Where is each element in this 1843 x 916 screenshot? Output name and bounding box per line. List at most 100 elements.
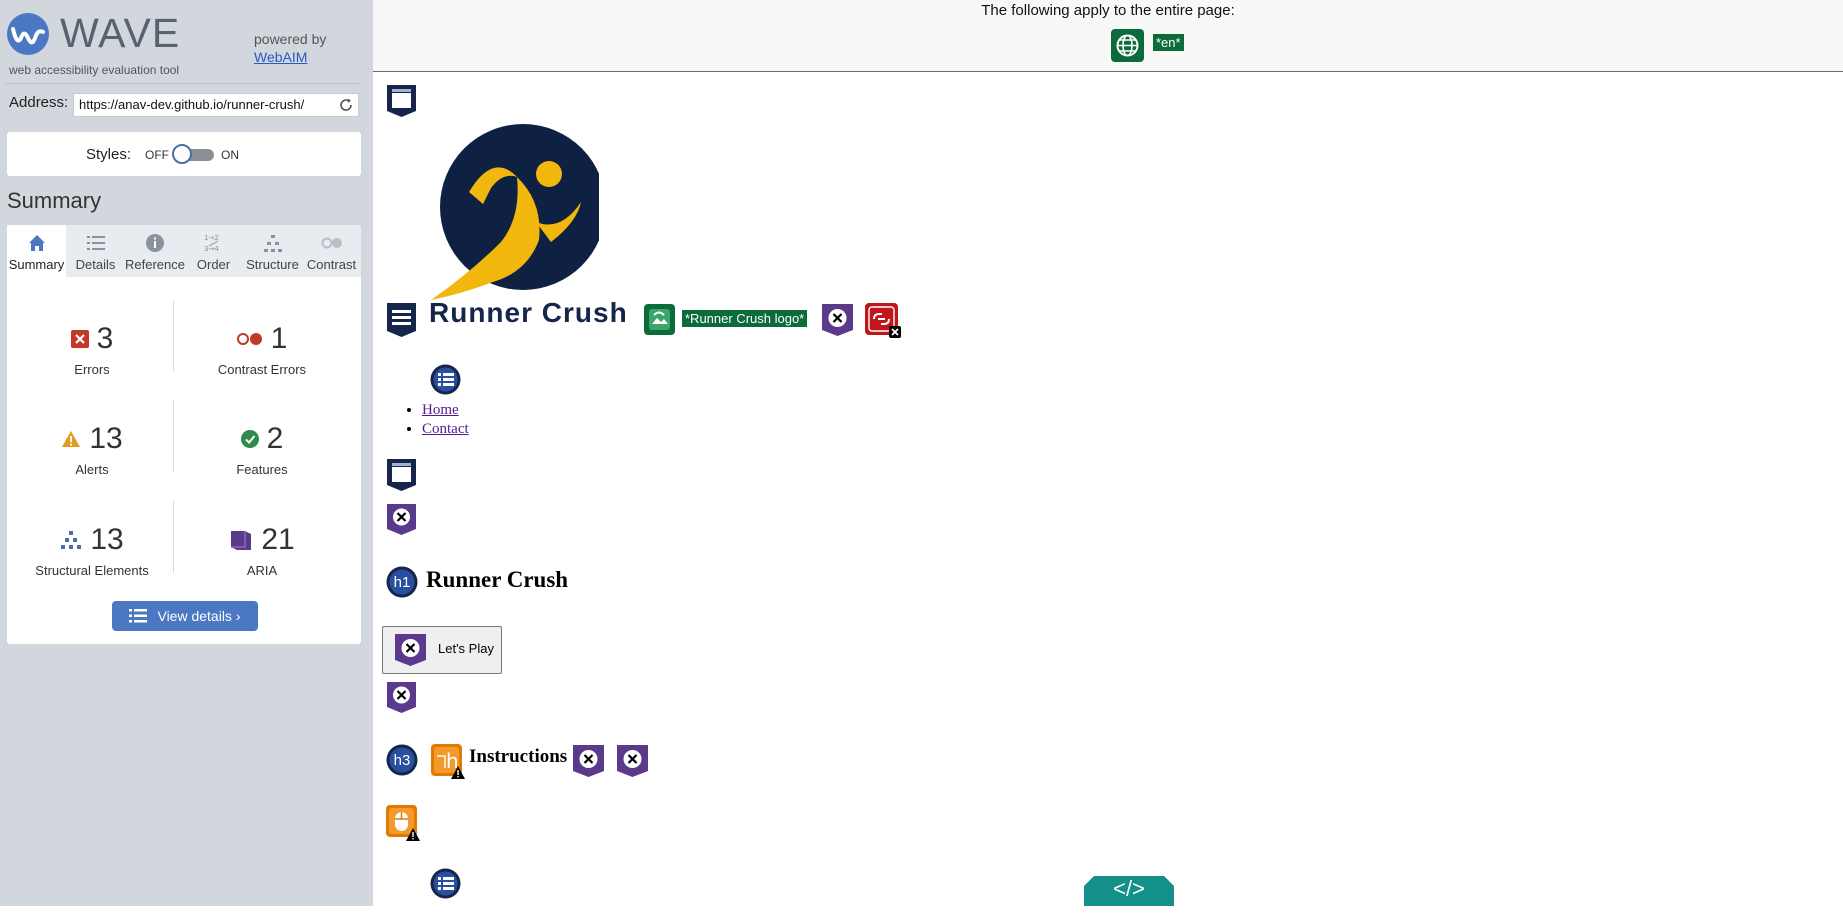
tab-reference[interactable]: Reference — [125, 225, 185, 277]
alert-icon — [62, 431, 81, 447]
tab-label: Structure — [246, 257, 299, 272]
tab-details[interactable]: Details — [66, 225, 125, 277]
tab-label: Reference — [125, 257, 185, 272]
unordered-list-icon[interactable] — [430, 364, 461, 395]
nav-item: Home — [422, 402, 469, 419]
address-input[interactable]: https://anav-dev.github.io/runner-crush/ — [73, 93, 359, 117]
language-value: *en* — [1153, 34, 1184, 51]
stat-features[interactable]: 2 Features — [177, 420, 347, 502]
lets-play-label: Let's Play — [438, 641, 494, 656]
nav-link-contact[interactable]: Contact — [422, 421, 469, 437]
runner-crush-logo — [431, 124, 599, 300]
styles-label: Styles: — [86, 146, 132, 163]
alerts-label: Alerts — [75, 462, 109, 477]
aria-label-icon[interactable] — [821, 303, 854, 337]
structural-label: Structural Elements — [35, 563, 149, 578]
errors-count: 3 — [96, 322, 114, 355]
tab-contrast[interactable]: Contrast — [302, 225, 361, 277]
powered-by-text: powered by — [254, 31, 327, 47]
structure-icon — [61, 531, 82, 549]
tab-summary[interactable]: Summary — [7, 225, 66, 277]
svg-text:3→4: 3→4 — [204, 245, 219, 253]
address-label: Address: — [9, 94, 69, 111]
divider — [173, 501, 174, 573]
page-heading-h3: Instructions — [469, 746, 568, 767]
nav-item: Contact — [422, 421, 469, 438]
contrast-errors-count: 1 — [270, 322, 288, 355]
structural-count: 13 — [90, 523, 124, 556]
image-alt-text: *Runner Crush logo* — [682, 310, 808, 327]
header-landmark-icon[interactable] — [386, 84, 417, 118]
order-icon: 1→2 3→4 — [204, 234, 219, 253]
styles-panel: Styles: OFF ON — [7, 132, 361, 176]
contrast-error-icon — [236, 333, 262, 345]
empty-link-error-icon[interactable] — [865, 303, 902, 339]
aria-icon[interactable] — [386, 503, 417, 536]
home-icon — [28, 235, 45, 251]
svg-text:1→2: 1→2 — [204, 234, 219, 242]
features-count: 2 — [266, 422, 284, 455]
aria-icon — [231, 531, 252, 550]
divider — [173, 400, 174, 472]
aria-icon[interactable] — [386, 681, 417, 714]
nav-link-home[interactable]: Home — [422, 402, 459, 418]
view-details-button[interactable]: View details › — [112, 601, 258, 631]
nav-list: Home Contact — [422, 402, 469, 440]
contrast-icon — [321, 237, 342, 249]
aria-icon — [395, 634, 426, 666]
code-icon: </> — [1113, 876, 1145, 901]
features-label: Features — [236, 462, 288, 477]
document-notice-text: The following apply to the entire page: — [981, 2, 1235, 19]
reload-icon[interactable] — [338, 97, 354, 113]
structure-icon — [263, 235, 282, 252]
wave-sidebar: WAVE web accessibility evaluation tool p… — [0, 0, 373, 906]
banner-landmark-icon[interactable] — [386, 302, 417, 338]
errors-label: Errors — [74, 362, 110, 377]
view-details-label: View details › — [157, 608, 241, 624]
summary-panel: Summary Details Reference 1→2 3→4 Order … — [7, 225, 361, 644]
site-title-image-text: Runner Crush — [429, 297, 628, 328]
document-notice-bar: The following apply to the entire page: … — [373, 0, 1843, 72]
tab-label: Summary — [8, 257, 65, 272]
wave-tagline: web accessibility evaluation tool — [9, 63, 180, 77]
language-globe-icon[interactable] — [1111, 29, 1144, 62]
summary-heading: Summary — [7, 188, 102, 213]
aria-label-icon[interactable] — [572, 744, 605, 778]
stat-errors[interactable]: 3 Errors — [7, 320, 177, 402]
tab-label: Order — [196, 257, 231, 272]
tab-label: Details — [75, 257, 116, 272]
webaim-link[interactable]: WebAIM — [254, 49, 307, 65]
h3-badge-text: h3 — [393, 752, 411, 769]
linked-image-icon[interactable] — [644, 304, 675, 335]
info-icon — [145, 234, 164, 252]
main-landmark-icon[interactable] — [386, 458, 417, 492]
styles-on-label: ON — [221, 148, 239, 162]
error-icon — [70, 330, 89, 348]
aria-count: 21 — [261, 523, 295, 556]
device-dependent-event-alert-icon[interactable] — [386, 805, 421, 842]
feature-icon — [240, 430, 259, 448]
panel-tabs: Summary Details Reference 1→2 3→4 Order … — [7, 225, 361, 277]
aria-label: ARIA — [246, 563, 278, 578]
toggle-knob — [172, 144, 192, 164]
styles-toggle[interactable] — [172, 144, 217, 164]
h1-badge-text: h1 — [393, 574, 411, 591]
alerts-count: 13 — [89, 422, 123, 455]
stat-alerts[interactable]: 13 Alerts — [7, 420, 177, 502]
code-panel-toggle[interactable]: </> — [1084, 876, 1174, 916]
stat-structural[interactable]: 13 Structural Elements — [7, 521, 177, 603]
stat-contrast-errors[interactable]: 1 Contrast Errors — [177, 320, 347, 402]
tab-structure[interactable]: Structure — [243, 225, 302, 277]
wave-wordmark: WAVE — [60, 10, 181, 56]
lets-play-button[interactable]: Let's Play — [382, 626, 502, 674]
contrast-errors-label: Contrast Errors — [217, 362, 307, 377]
divider — [6, 83, 361, 84]
list-icon — [129, 609, 148, 623]
wave-logo-icon — [7, 13, 49, 55]
aria-icon[interactable] — [616, 744, 649, 778]
stat-aria[interactable]: 21 ARIA — [177, 521, 347, 603]
list-icon — [86, 236, 105, 250]
unordered-list-icon[interactable] — [430, 868, 461, 899]
tab-order[interactable]: 1→2 3→4 Order — [184, 225, 243, 277]
skipped-heading-level-alert-icon[interactable]: h — [431, 744, 466, 780]
